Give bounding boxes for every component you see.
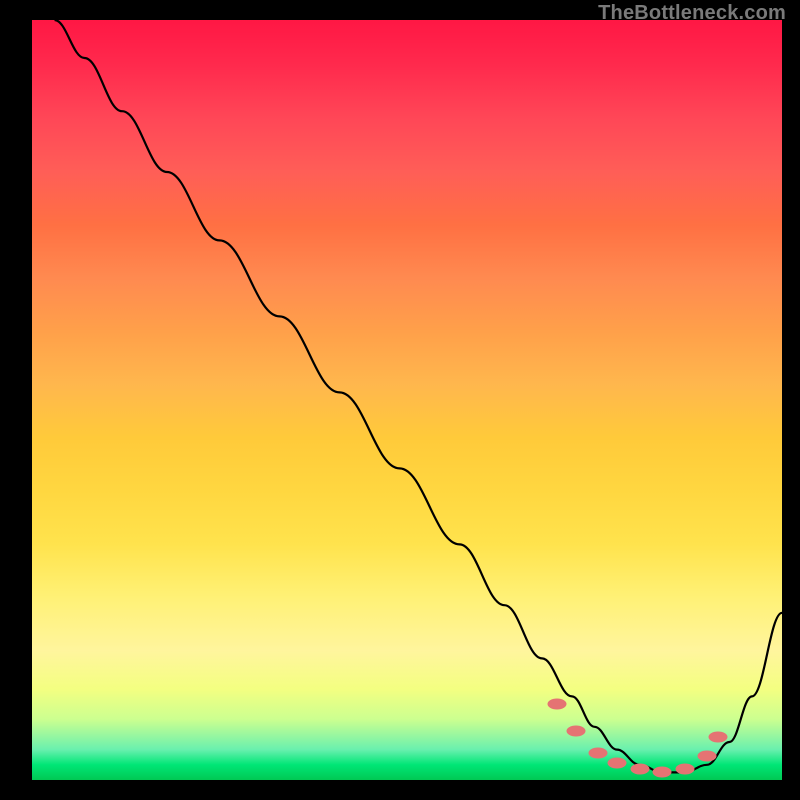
highlight-dot: [653, 766, 672, 777]
gradient-plot-area: [32, 20, 782, 780]
highlight-dot: [709, 732, 728, 743]
highlight-dot: [589, 748, 608, 759]
watermark-text: TheBottleneck.com: [598, 2, 786, 25]
highlight-dot: [548, 699, 567, 710]
highlight-dot: [698, 750, 717, 761]
highlight-dot: [608, 758, 627, 769]
highlight-dot: [675, 764, 694, 775]
highlight-dot: [630, 764, 649, 775]
highlight-dot: [566, 725, 585, 736]
chart-frame: TheBottleneck.com: [0, 0, 800, 800]
